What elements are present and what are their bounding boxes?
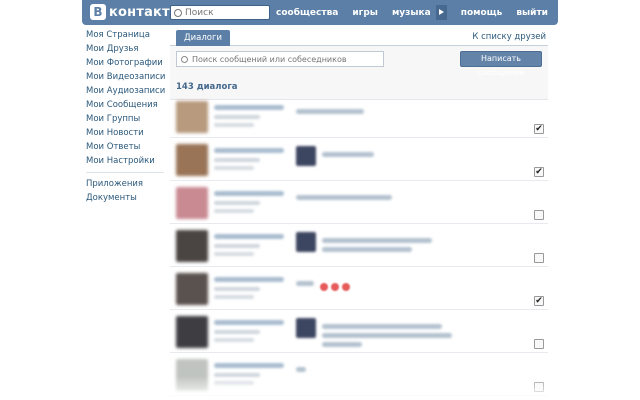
nav-help[interactable]: помощь <box>461 8 503 18</box>
top-header: В контакте люди сообщества игры музыка п… <box>82 0 558 25</box>
dialog-checkbox[interactable]: ✔ <box>534 124 544 134</box>
dialog-meta <box>214 244 260 248</box>
dialog-name[interactable] <box>214 277 284 282</box>
dialogs-list: ✔ ✔ ✔ <box>170 95 548 396</box>
dialog-meta <box>214 166 254 170</box>
avatar[interactable] <box>176 230 208 262</box>
message-preview <box>322 238 432 243</box>
sidebar-item-apps[interactable]: Приложения <box>86 177 166 191</box>
dialog-meta <box>214 295 254 299</box>
dialog-meta <box>214 123 254 127</box>
tab-dialogs[interactable]: Диалоги <box>176 30 230 46</box>
sidebar-item-settings[interactable]: Мои Настройки <box>86 154 166 168</box>
dialog-meta <box>214 115 260 119</box>
message-preview <box>322 324 442 329</box>
heart-emoji-icon <box>342 283 350 291</box>
sender-avatar <box>296 146 316 166</box>
dialog-name[interactable] <box>214 363 284 368</box>
dialog-row[interactable]: ✔ <box>170 267 548 310</box>
dialog-meta <box>214 209 254 213</box>
logo-text: контакте <box>109 4 179 20</box>
sidebar-item-friends[interactable]: Мои Друзья <box>86 42 166 56</box>
avatar[interactable] <box>176 273 208 305</box>
message-preview <box>322 152 374 157</box>
sender-avatar <box>296 318 316 338</box>
dialog-meta <box>214 158 260 162</box>
message-preview <box>322 342 362 347</box>
nav-music[interactable]: музыка <box>392 8 431 18</box>
dialog-name[interactable] <box>214 191 284 196</box>
avatar[interactable] <box>176 144 208 176</box>
dialog-row[interactable]: ✔ <box>170 138 548 181</box>
dialog-row[interactable] <box>170 310 548 353</box>
friends-list-link[interactable]: К списку друзей <box>472 32 546 42</box>
write-message-button[interactable]: Написать сообщение <box>460 51 542 77</box>
sidebar-divider <box>86 172 164 173</box>
dialog-checkbox[interactable] <box>534 339 544 349</box>
dialog-meta <box>214 338 254 342</box>
message-preview <box>322 247 412 252</box>
dialog-row[interactable] <box>170 181 548 224</box>
dialog-checkbox[interactable]: ✔ <box>534 167 544 177</box>
message-preview <box>322 333 452 338</box>
dialogs-count: 143 диалога <box>176 82 238 92</box>
message-preview <box>296 281 314 286</box>
logo-badge: В <box>90 4 106 20</box>
avatar[interactable] <box>176 316 208 348</box>
dialog-meta <box>214 252 254 256</box>
avatar[interactable] <box>176 187 208 219</box>
vk-logo[interactable]: В контакте <box>90 4 179 20</box>
dialog-checkbox[interactable]: ✔ <box>534 296 544 306</box>
sidebar-item-answers[interactable]: Мои Ответы <box>86 140 166 154</box>
sidebar-item-messages[interactable]: Мои Сообщения <box>86 98 166 112</box>
list-fade <box>170 376 548 400</box>
dialog-meta <box>214 287 260 291</box>
heart-emoji-icon <box>331 283 339 291</box>
play-icon[interactable] <box>435 5 447 20</box>
nav-games[interactable]: игры <box>352 8 378 18</box>
sidebar-item-audio[interactable]: Мои Аудиозаписи <box>86 84 166 98</box>
tabs-bar: Диалоги К списку друзей <box>170 26 548 46</box>
message-preview <box>296 195 392 200</box>
sidebar-item-photos[interactable]: Мои Фотографии <box>86 56 166 70</box>
heart-emoji-icon <box>320 283 328 291</box>
dialog-checkbox[interactable] <box>534 210 544 220</box>
nav-people[interactable]: люди <box>233 8 262 18</box>
message-preview <box>296 367 306 372</box>
top-nav: люди сообщества игры музыка помощь выйти <box>219 0 548 25</box>
dialog-meta <box>214 330 260 334</box>
dialog-checkbox[interactable] <box>534 253 544 263</box>
dialog-name[interactable] <box>214 105 284 110</box>
dialog-name[interactable] <box>214 320 284 325</box>
dialog-meta <box>214 201 260 205</box>
dialog-name[interactable] <box>214 148 284 153</box>
dialog-row[interactable] <box>170 224 548 267</box>
avatar[interactable] <box>176 101 208 133</box>
search-icon <box>181 55 188 63</box>
sidebar-item-news[interactable]: Мои Новости <box>86 126 166 140</box>
sender-avatar <box>296 232 316 252</box>
dialog-row[interactable]: ✔ <box>170 95 548 138</box>
message-search-input[interactable] <box>192 54 382 64</box>
dialogs-panel: Диалоги К списку друзей Написать сообщен… <box>170 26 548 400</box>
dialog-name[interactable] <box>214 234 284 239</box>
left-sidebar: Моя Страница Мои Друзья Мои Фотографии М… <box>86 28 166 205</box>
message-search[interactable] <box>176 51 384 67</box>
search-icon <box>174 8 182 17</box>
sidebar-item-documents[interactable]: Документы <box>86 191 166 205</box>
nav-communities[interactable]: сообщества <box>276 8 338 18</box>
nav-logout[interactable]: выйти <box>516 8 548 18</box>
sidebar-item-groups[interactable]: Мои Группы <box>86 112 166 126</box>
sidebar-item-my-page[interactable]: Моя Страница <box>86 28 166 42</box>
sidebar-item-videos[interactable]: Мои Видеозаписи <box>86 70 166 84</box>
message-preview <box>296 109 364 114</box>
